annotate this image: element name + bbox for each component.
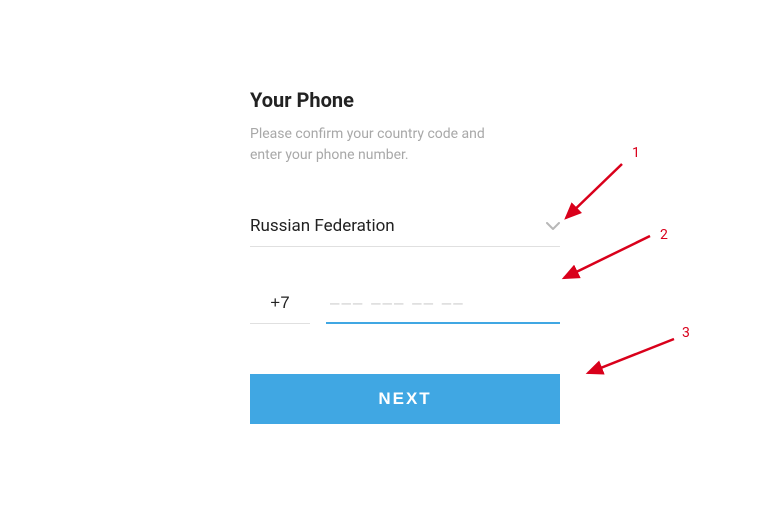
country-code-input[interactable] xyxy=(250,287,310,324)
chevron-down-icon xyxy=(546,219,560,233)
annotation-label-2: 2 xyxy=(660,227,668,243)
page-subtitle: Please confirm your country code and ent… xyxy=(250,124,510,166)
country-selected-label: Russian Federation xyxy=(250,216,395,236)
annotation-label-1: 1 xyxy=(632,145,640,161)
phone-input-row xyxy=(250,287,560,324)
phone-number-input[interactable] xyxy=(326,287,560,324)
country-select[interactable]: Russian Federation xyxy=(250,216,560,247)
annotation-label-3: 3 xyxy=(682,325,690,341)
annotation-arrow-2 xyxy=(558,232,658,287)
annotation-arrow-1 xyxy=(560,160,640,230)
next-button[interactable]: NEXT xyxy=(250,374,560,424)
annotation-arrow-3 xyxy=(582,335,682,380)
page-title: Your Phone xyxy=(250,88,570,112)
phone-login-form: Your Phone Please confirm your country c… xyxy=(250,88,570,424)
